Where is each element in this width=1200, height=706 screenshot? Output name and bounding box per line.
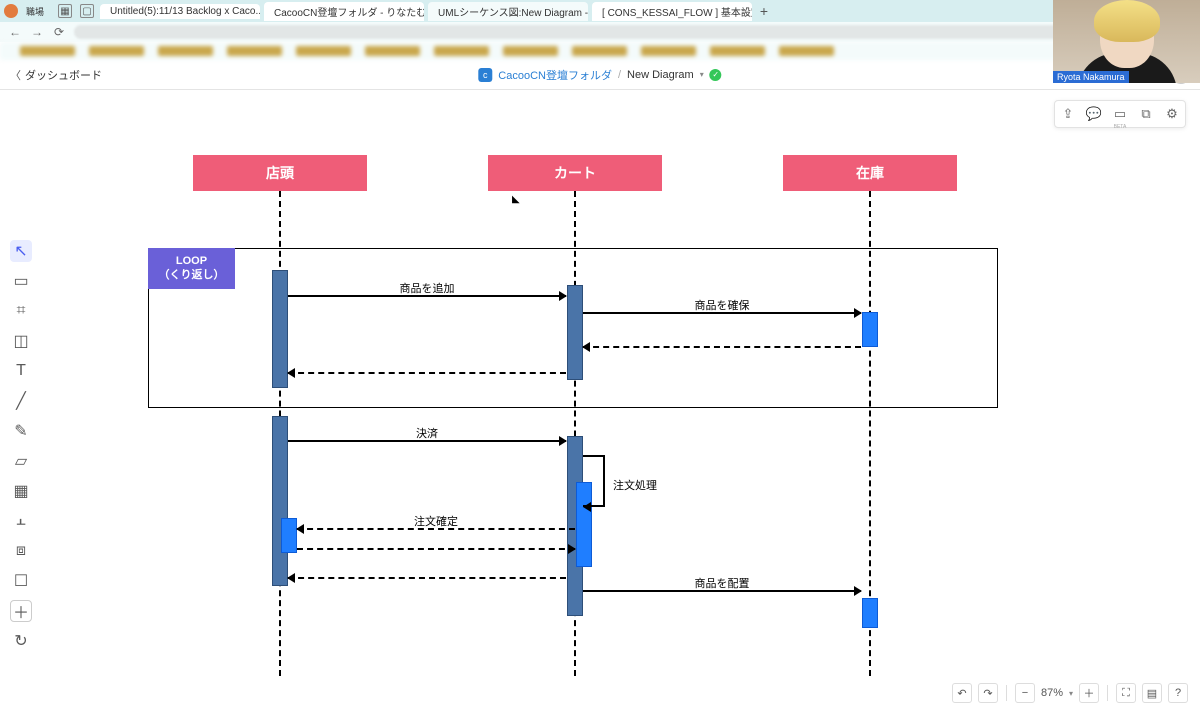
chevron-down-icon[interactable]: ▾ bbox=[1069, 689, 1073, 698]
align-tool-icon[interactable]: ⫠ bbox=[10, 510, 32, 532]
profile-icon[interactable] bbox=[4, 4, 18, 18]
tab-label: Untitled(5):11/13 Backlog x Caco... bbox=[110, 6, 260, 17]
table-tool-icon[interactable]: ▦ bbox=[10, 480, 32, 502]
activation-bar[interactable] bbox=[567, 285, 583, 380]
diagram-canvas[interactable]: 店頭 カート 在庫 LOOP （くり返し） 商品を追加 商品を確保 決済 注文処… bbox=[40, 90, 1200, 676]
frame-tool-icon[interactable]: ☐ bbox=[10, 570, 32, 592]
line-tool-icon[interactable]: ╱ bbox=[10, 390, 32, 412]
select-tool-icon[interactable]: ↖ bbox=[10, 240, 32, 262]
nav-fwd-icon[interactable]: → bbox=[30, 25, 44, 39]
nav-back-icon[interactable]: ← bbox=[8, 25, 22, 39]
participant-head[interactable]: 在庫 bbox=[783, 155, 957, 191]
message-label: 商品を配置 bbox=[583, 575, 861, 591]
browser-tab[interactable]: CacooCN登壇フォルダ - りなたむ - C...× bbox=[264, 2, 424, 21]
activation-bar[interactable] bbox=[862, 312, 878, 347]
message-label: 注文処理 bbox=[613, 477, 657, 493]
note-tool-icon[interactable]: ▱ bbox=[10, 450, 32, 472]
browser-tab-active[interactable]: UMLシーケンス図:New Diagram - C...× bbox=[428, 2, 588, 21]
fit-button[interactable]: ⛶ bbox=[1116, 683, 1136, 703]
tab-label: [ CONS_KESSAI_FLOW ] 基本設定 ... bbox=[602, 4, 752, 19]
app-logo-icon: c bbox=[478, 68, 492, 82]
zoom-level: 87% bbox=[1041, 687, 1063, 699]
saved-indicator-icon: ✓ bbox=[710, 69, 722, 81]
activation-bar[interactable] bbox=[862, 598, 878, 628]
doc-name[interactable]: New Diagram bbox=[627, 69, 694, 81]
breadcrumb-folder[interactable]: CacooCN登壇フォルダ bbox=[498, 67, 612, 83]
text-tool-icon[interactable]: T bbox=[10, 360, 32, 382]
shapes-tool-icon[interactable]: ⌗ bbox=[10, 300, 32, 322]
video-pip[interactable]: Ryota Nakamura bbox=[1053, 0, 1200, 83]
left-toolbar: ↖ ▭ ⌗ ◫ T ╱ ✎ ▱ ▦ ⫠ ⧈ ☐ ＋ ↻ bbox=[8, 240, 34, 652]
pencil-tool-icon[interactable]: ✎ bbox=[10, 420, 32, 442]
participant-label: 在庫 bbox=[856, 163, 884, 183]
message-label: 商品を確保 bbox=[583, 297, 861, 313]
add-tool-icon[interactable]: ＋ bbox=[10, 600, 32, 622]
message-label: 商品を追加 bbox=[288, 280, 566, 296]
participant-label: 店頭 bbox=[266, 163, 294, 183]
new-tab-button[interactable]: + bbox=[756, 3, 772, 19]
minimap-button[interactable]: ▤ bbox=[1142, 683, 1162, 703]
loop-subtitle: （くり返し） bbox=[156, 268, 227, 282]
message-label: 注文確定 bbox=[297, 513, 575, 529]
message-label: 決済 bbox=[288, 425, 566, 441]
participant-label: カート bbox=[554, 163, 596, 183]
rect-tool-icon[interactable]: ▭ bbox=[10, 270, 32, 292]
participant-head[interactable]: 店頭 bbox=[193, 155, 367, 191]
reload-icon[interactable]: ⟳ bbox=[52, 25, 66, 39]
bookmarks-bar bbox=[0, 42, 1200, 60]
help-button[interactable]: ? bbox=[1168, 683, 1188, 703]
activation-bar[interactable] bbox=[272, 270, 288, 388]
browser-tab[interactable]: Untitled(5):11/13 Backlog x Caco...× bbox=[100, 4, 260, 19]
dashboard-link[interactable]: ダッシュボード bbox=[25, 67, 102, 83]
activation-bar[interactable] bbox=[281, 518, 297, 553]
bottom-bar: ↶ ↷ − 87% ▾ ＋ ⛶ ▤ ? bbox=[0, 680, 1200, 706]
history-tool-icon[interactable]: ↻ bbox=[10, 630, 32, 652]
url-field[interactable] bbox=[74, 25, 1104, 39]
participant-head[interactable]: カート bbox=[488, 155, 662, 191]
components-tool-icon[interactable]: ⧈ bbox=[10, 540, 32, 562]
chevron-down-icon[interactable]: ▾ bbox=[700, 70, 704, 79]
loop-title: LOOP bbox=[156, 254, 227, 268]
breadcrumb-sep: / bbox=[618, 69, 621, 81]
zoom-in-button[interactable]: ＋ bbox=[1079, 683, 1099, 703]
profile-name: 職場 bbox=[26, 5, 44, 18]
tab-label: UMLシーケンス図:New Diagram - C... bbox=[438, 4, 588, 19]
zoom-out-button[interactable]: − bbox=[1015, 683, 1035, 703]
tabgroup-icon[interactable]: ▢ bbox=[80, 4, 94, 18]
undo-button[interactable]: ↶ bbox=[952, 683, 972, 703]
cursor-icon: ◣ bbox=[512, 194, 520, 205]
browser-address-bar: ← → ⟳ ⊘ A゛ ☆ ⟳ bbox=[0, 22, 1200, 42]
browser-tab[interactable]: [ CONS_KESSAI_FLOW ] 基本設定 ...× bbox=[592, 2, 752, 21]
loop-frame-label: LOOP （くり返し） bbox=[148, 248, 235, 289]
stencil-tool-icon[interactable]: ◫ bbox=[10, 330, 32, 352]
workspace-icon[interactable]: ▦ bbox=[58, 4, 72, 18]
browser-tab-bar: 職場 ▦ ▢ Untitled(5):11/13 Backlog x Caco.… bbox=[0, 0, 1200, 22]
redo-button[interactable]: ↷ bbox=[978, 683, 998, 703]
speaker-name: Ryota Nakamura bbox=[1053, 71, 1129, 83]
app-header: 〈 ダッシュボード c CacooCN登壇フォルダ / New Diagram … bbox=[0, 60, 1200, 90]
chevron-left-icon[interactable]: 〈 bbox=[10, 67, 21, 83]
activation-bar[interactable] bbox=[272, 416, 288, 586]
tab-label: CacooCN登壇フォルダ - りなたむ - C... bbox=[274, 4, 424, 19]
